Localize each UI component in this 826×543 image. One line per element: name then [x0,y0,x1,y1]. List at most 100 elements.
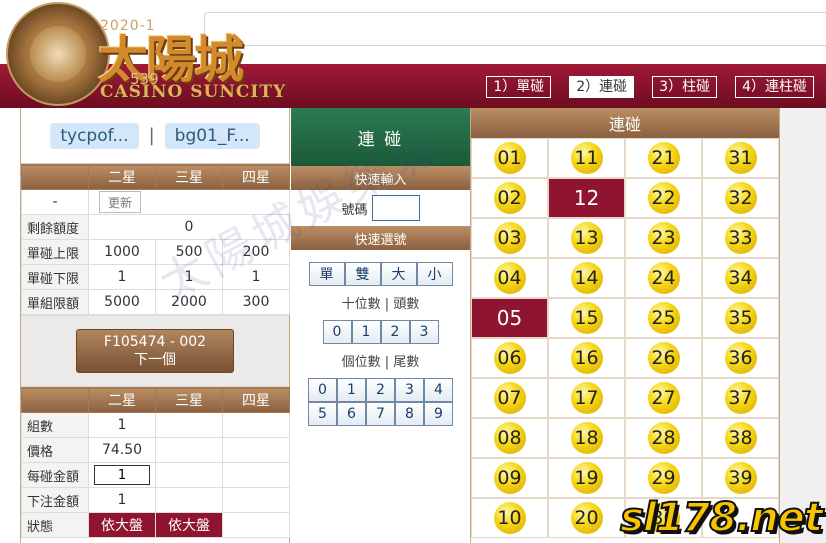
row-label: 價格 [21,437,89,463]
next-button-code: F105474 - 002 [103,334,207,350]
number-cell-24[interactable]: 24 [625,258,702,298]
tab-consecutive-pillar[interactable]: 4）連柱碰 [735,76,814,98]
row-label: 每碰金額 [21,462,89,488]
refresh-button[interactable]: 更新 [99,191,142,213]
next-area: F105474 - 002 下一個 [21,315,289,387]
number-cell-25[interactable]: 25 [625,298,702,338]
number-ball: 02 [493,182,526,214]
code-row: 號碼 [291,190,470,226]
tab-single[interactable]: 1）單碰 [486,76,552,98]
number-cell-13[interactable]: 13 [548,218,625,258]
code-input[interactable] [371,195,420,221]
tens-button[interactable]: 2 [380,320,410,344]
number-ball: 06 [493,342,526,374]
number-cell-37[interactable]: 37 [702,378,779,418]
quick-input-header: 快速輸入 [291,166,470,190]
number-cell-18[interactable]: 18 [548,418,625,458]
header-cell: 二星 [88,164,156,190]
small-button[interactable]: 小 [416,262,453,286]
row-label: 單碰上限 [21,239,89,265]
units-button[interactable]: 6 [337,402,366,426]
big-button[interactable]: 大 [380,262,417,286]
number-cell-16[interactable]: 16 [548,338,625,378]
number-cell-08[interactable]: 08 [471,418,548,458]
units-button[interactable]: 8 [395,402,424,426]
number-cell-09[interactable]: 09 [471,458,548,498]
number-cell-02[interactable]: 02 [471,178,548,218]
number-ball: 17 [570,382,603,414]
tab-consecutive[interactable]: 2）連碰 [569,76,635,98]
groups-value: 1 [88,412,156,438]
row-label: 下注金額 [21,487,89,513]
cell-value: 2000 [155,289,223,315]
tens-button[interactable]: 0 [322,320,352,344]
number-cell-11[interactable]: 11 [548,138,625,178]
account-name: tycpof... [50,122,139,149]
stake-input[interactable] [94,465,150,485]
number-cell-21[interactable]: 21 [625,138,702,178]
status-badge: 依大盤 [155,512,223,538]
number-cell-07[interactable]: 07 [471,378,548,418]
number-cell-06[interactable]: 06 [471,338,548,378]
tens-button[interactable]: 1 [351,320,381,344]
header-cell [21,387,89,413]
number-ball: 04 [493,262,526,294]
number-cell-32[interactable]: 32 [702,178,779,218]
even-button[interactable]: 雙 [344,262,381,286]
number-cell-28[interactable]: 28 [625,418,702,458]
number-cell-38[interactable]: 38 [702,418,779,458]
number-cell-29[interactable]: 29 [625,458,702,498]
table-row: 狀態 依大盤 依大盤 [21,512,290,538]
units-button[interactable]: 4 [424,378,453,402]
table-row: 單碰上限 1000 500 200 [21,239,290,265]
number-ball: 36 [724,342,757,374]
number-ball: 03 [493,222,526,254]
number-cell-12[interactable]: 12 [548,178,625,218]
cell-value: 1 [222,264,290,290]
odd-button[interactable]: 單 [308,262,345,286]
number-ball: 25 [647,302,680,334]
units-button[interactable]: 0 [308,378,337,402]
limits-table: 二星 三星 四星 - 更新 剩餘額度 0 單碰上限 1000 500 200 單… [21,164,290,315]
units-button[interactable]: 5 [308,402,337,426]
number-cell-19[interactable]: 19 [548,458,625,498]
number-ball: 14 [570,262,603,294]
units-button[interactable]: 2 [366,378,395,402]
casino-logo: 2020-1 太陽城 539 CASINO SUNCITY [0,0,290,108]
number-ball: 33 [724,222,757,254]
number-cell-05[interactable]: 05 [471,298,548,338]
number-ball: 22 [647,182,680,214]
header-cell: 二星 [88,387,156,413]
number-cell-04[interactable]: 04 [471,258,548,298]
number-ball: 20 [570,502,603,534]
number-cell-15[interactable]: 15 [548,298,625,338]
number-cell-10[interactable]: 10 [471,498,548,538]
number-cell-27[interactable]: 27 [625,378,702,418]
number-cell-33[interactable]: 33 [702,218,779,258]
units-button[interactable]: 3 [395,378,424,402]
number-cell-20[interactable]: 20 [548,498,625,538]
total-value: 1 [88,487,156,513]
game-mode-tabs: 1）單碰 2）連碰 3）柱碰 4）連柱碰 [486,76,814,98]
number-cell-34[interactable]: 34 [702,258,779,298]
number-cell-35[interactable]: 35 [702,298,779,338]
bet-info-panel: tycpof... | bg01_F... 二星 三星 四星 - 更新 剩餘額度… [20,108,290,543]
number-cell-17[interactable]: 17 [548,378,625,418]
units-button[interactable]: 1 [337,378,366,402]
units-button[interactable]: 7 [366,402,395,426]
tab-pillar[interactable]: 3）柱碰 [652,76,718,98]
number-cell-03[interactable]: 03 [471,218,548,258]
top-address-field[interactable] [204,12,826,46]
number-cell-22[interactable]: 22 [625,178,702,218]
number-cell-01[interactable]: 01 [471,138,548,178]
tens-button[interactable]: 3 [409,320,439,344]
units-button[interactable]: 9 [424,402,453,426]
number-cell-36[interactable]: 36 [702,338,779,378]
number-cell-31[interactable]: 31 [702,138,779,178]
number-cell-39[interactable]: 39 [702,458,779,498]
number-ball: 16 [570,342,603,374]
next-button[interactable]: F105474 - 002 下一個 [76,329,234,373]
number-cell-26[interactable]: 26 [625,338,702,378]
number-cell-23[interactable]: 23 [625,218,702,258]
number-cell-14[interactable]: 14 [548,258,625,298]
